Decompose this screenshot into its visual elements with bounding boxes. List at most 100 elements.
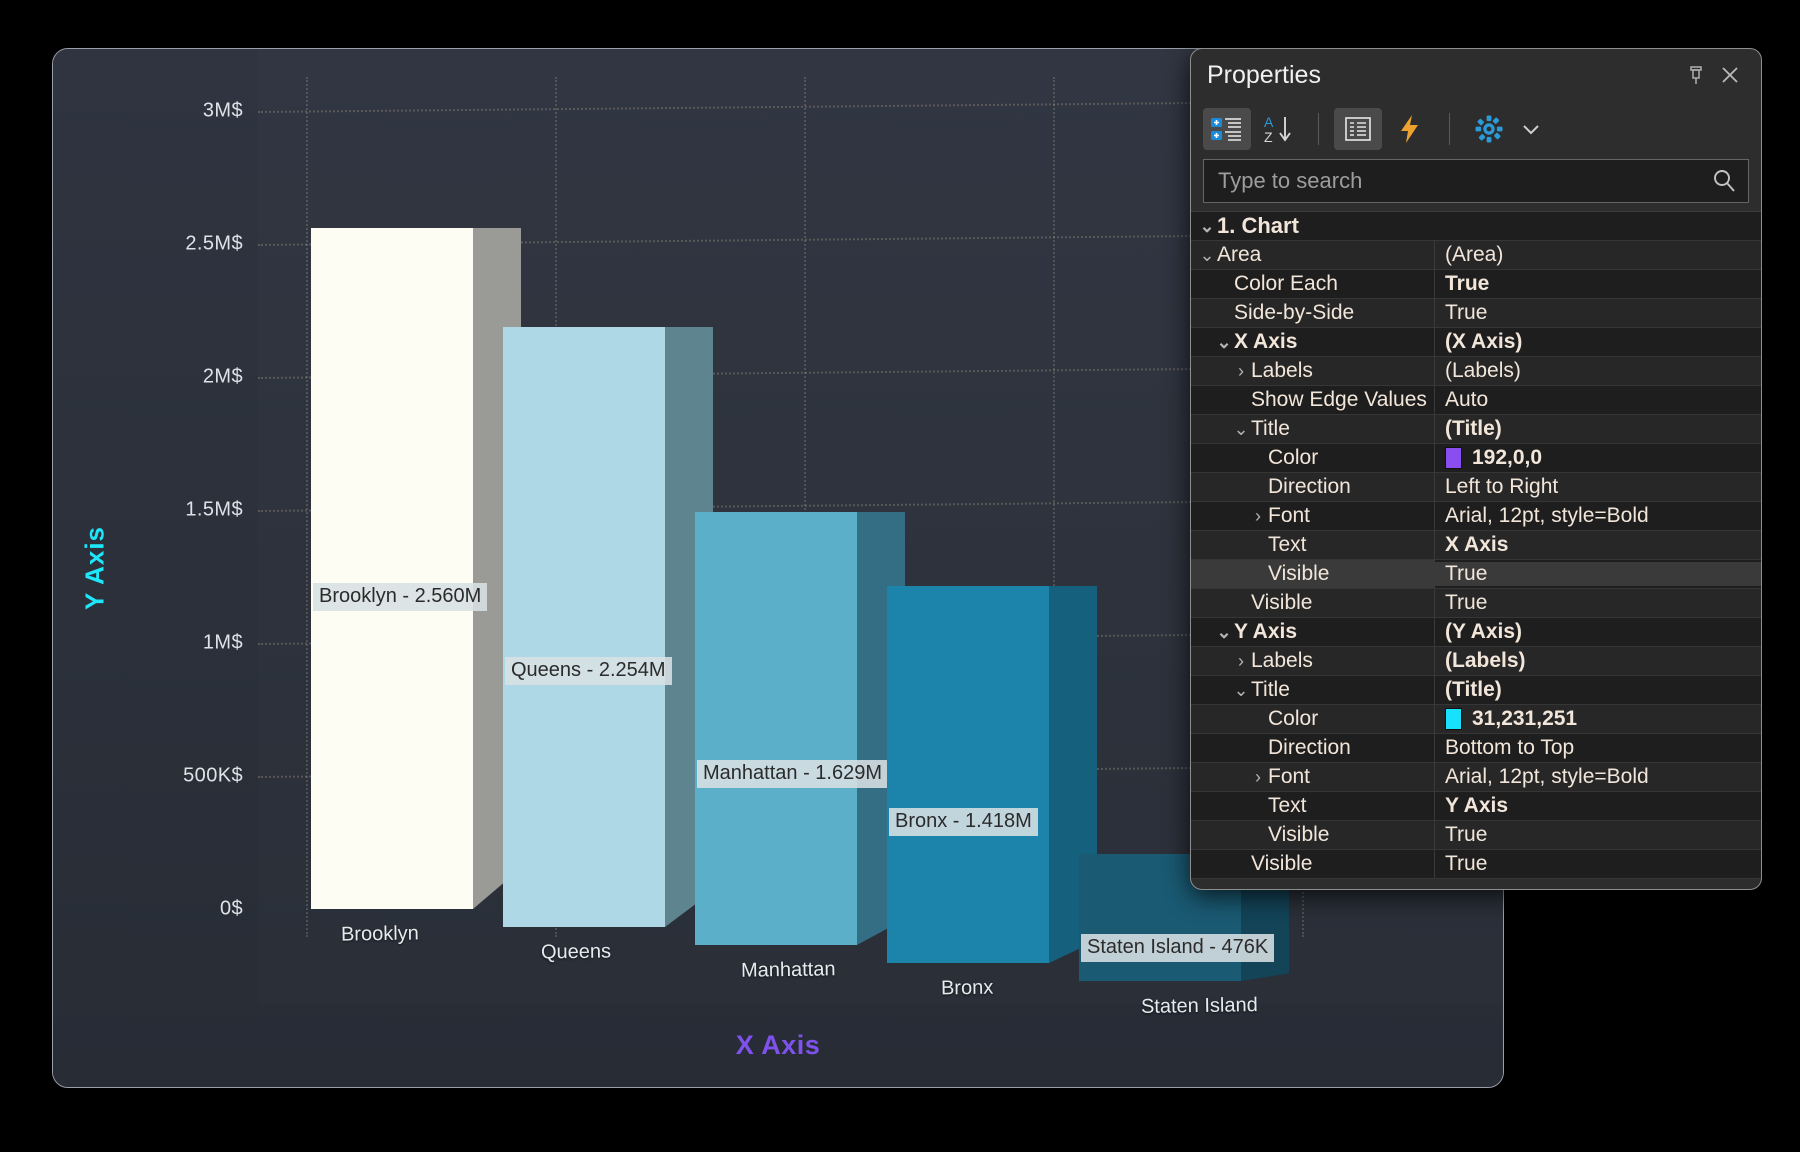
property-row[interactable]: ⌄ 1. Chart	[1191, 212, 1761, 241]
expander-collapse-icon[interactable]: ⌄	[1197, 246, 1217, 264]
expander-collapse-icon[interactable]: ⌄	[1231, 420, 1251, 438]
properties-panel-header: Properties	[1191, 49, 1761, 101]
property-row[interactable]: ⌄ X Axis (X Axis)	[1191, 328, 1761, 357]
property-row[interactable]: Text X Axis	[1191, 531, 1761, 560]
expander-expand-icon[interactable]: ›	[1231, 362, 1251, 380]
property-row[interactable]: Color 31,231,251	[1191, 705, 1761, 734]
alphabetical-button[interactable]: A Z	[1255, 108, 1303, 150]
chart-bar[interactable]	[887, 585, 1097, 963]
property-row[interactable]: ⌄ Area (Area)	[1191, 241, 1761, 270]
expander-expand-icon[interactable]: ›	[1248, 507, 1268, 525]
property-name: Font	[1268, 504, 1311, 527]
property-value-cell[interactable]: (X Axis)	[1435, 330, 1761, 354]
expander-collapse-icon[interactable]: ⌄	[1231, 681, 1251, 699]
property-row[interactable]: ⌄ Title (Title)	[1191, 415, 1761, 444]
gridline-vertical	[306, 77, 308, 937]
color-swatch[interactable]	[1445, 447, 1462, 469]
expander-collapse-icon[interactable]: ⌄	[1197, 217, 1217, 235]
property-value-cell[interactable]: Left to Right	[1435, 475, 1761, 499]
property-value: True	[1445, 272, 1490, 295]
property-row[interactable]: Visible True	[1191, 560, 1761, 589]
chart-bar[interactable]	[695, 511, 905, 945]
property-row[interactable]: › Font Arial, 12pt, style=Bold	[1191, 763, 1761, 792]
property-tree[interactable]: ⌄ 1. Chart ⌄ Area (Area) Color Each True Side-b…	[1191, 211, 1761, 889]
property-value-cell[interactable]: (Y Axis)	[1435, 620, 1761, 644]
property-value-cell[interactable]: Bottom to Top	[1435, 736, 1761, 760]
property-row[interactable]: Color 192,0,0	[1191, 444, 1761, 473]
property-value-cell[interactable]: True	[1435, 823, 1761, 847]
property-value-cell[interactable]: (Labels)	[1435, 649, 1761, 673]
expander-collapse-icon[interactable]: ⌄	[1214, 333, 1234, 351]
categorized-button[interactable]	[1203, 108, 1251, 150]
property-name: Labels	[1251, 649, 1313, 672]
property-value: (Area)	[1445, 243, 1504, 266]
expander-expand-icon[interactable]: ›	[1231, 652, 1251, 670]
events-button[interactable]	[1386, 108, 1434, 150]
y-axis-tick-label: 1M$	[202, 631, 243, 654]
chart-bar[interactable]	[311, 228, 521, 909]
chart-bar-front	[887, 585, 1049, 963]
property-value-cell[interactable]: Auto	[1435, 388, 1761, 412]
properties-toolbar: A Z	[1191, 101, 1761, 157]
property-row[interactable]: ⌄ Y Axis (Y Axis)	[1191, 618, 1761, 647]
property-value-cell[interactable]: (Labels)	[1435, 359, 1761, 383]
toolbar-separator-2	[1449, 113, 1450, 145]
search-container	[1191, 157, 1761, 211]
property-row[interactable]: Direction Bottom to Top	[1191, 734, 1761, 763]
property-value-cell[interactable]: 192,0,0	[1435, 446, 1761, 470]
settings-button[interactable]	[1465, 108, 1513, 150]
property-row[interactable]: Visible True	[1191, 589, 1761, 618]
property-value-cell[interactable]: True	[1435, 562, 1761, 586]
property-value-cell[interactable]: Arial, 12pt, style=Bold	[1435, 765, 1761, 789]
property-row[interactable]: › Font Arial, 12pt, style=Bold	[1191, 502, 1761, 531]
property-value: True	[1445, 823, 1488, 846]
property-value-cell[interactable]: (Title)	[1435, 417, 1761, 441]
property-value: 192,0,0	[1472, 446, 1543, 469]
chart-bar-value-label: Brooklyn - 2.560M	[313, 583, 488, 612]
search-box[interactable]	[1203, 159, 1749, 203]
property-value-cell[interactable]: True	[1435, 301, 1761, 325]
pin-icon[interactable]	[1679, 58, 1713, 92]
y-axis-title: Y Axis	[79, 525, 110, 611]
property-row[interactable]: Direction Left to Right	[1191, 473, 1761, 502]
search-input[interactable]	[1218, 168, 1710, 194]
property-name: Text	[1268, 794, 1307, 817]
property-value-cell[interactable]: True	[1435, 272, 1761, 296]
property-name: Side-by-Side	[1234, 301, 1355, 324]
close-icon[interactable]	[1713, 58, 1747, 92]
property-value: (Title)	[1445, 678, 1502, 701]
property-row[interactable]: › Labels (Labels)	[1191, 647, 1761, 676]
property-name: 1. Chart	[1217, 213, 1299, 238]
property-pages-button[interactable]	[1334, 108, 1382, 150]
expander-expand-icon[interactable]: ›	[1248, 768, 1268, 786]
property-value-cell[interactable]: True	[1435, 852, 1761, 876]
property-value-cell[interactable]: Y Axis	[1435, 794, 1761, 818]
chart-bar-value-label: Staten Island - 476K	[1081, 934, 1275, 963]
property-value-cell[interactable]: Arial, 12pt, style=Bold	[1435, 504, 1761, 528]
property-value-cell[interactable]: X Axis	[1435, 533, 1761, 557]
property-name: Visible	[1251, 591, 1313, 614]
property-value: True	[1445, 852, 1488, 875]
property-row[interactable]: Text Y Axis	[1191, 792, 1761, 821]
y-axis-tick-label: 500K$	[183, 764, 243, 787]
property-value-cell[interactable]: (Area)	[1435, 243, 1761, 267]
color-swatch[interactable]	[1445, 708, 1462, 730]
property-row[interactable]: Visible True	[1191, 850, 1761, 879]
app-root: 3M$ 2.5M$ 2M$ 1.5M$ 1M$ 500K$ 0$ Brooklyn - 2.…	[0, 0, 1800, 1152]
chart-bar[interactable]	[503, 327, 713, 927]
property-row[interactable]: ⌄ Title (Title)	[1191, 676, 1761, 705]
expander-collapse-icon[interactable]: ⌄	[1214, 623, 1234, 641]
property-name: Color	[1268, 707, 1319, 730]
property-value-cell[interactable]: True	[1435, 591, 1761, 615]
property-value-cell[interactable]: 31,231,251	[1435, 707, 1761, 731]
property-row[interactable]: Show Edge Values Auto	[1191, 386, 1761, 415]
property-row[interactable]: Side-by-Side True	[1191, 299, 1761, 328]
search-icon[interactable]	[1710, 167, 1738, 195]
property-row[interactable]: Visible True	[1191, 821, 1761, 850]
property-value: Left to Right	[1445, 475, 1559, 498]
property-row[interactable]: Color Each True	[1191, 270, 1761, 299]
property-name: Color Each	[1234, 272, 1338, 295]
property-row[interactable]: › Labels (Labels)	[1191, 357, 1761, 386]
property-value-cell[interactable]: (Title)	[1435, 678, 1761, 702]
chevron-down-icon[interactable]	[1517, 108, 1545, 150]
